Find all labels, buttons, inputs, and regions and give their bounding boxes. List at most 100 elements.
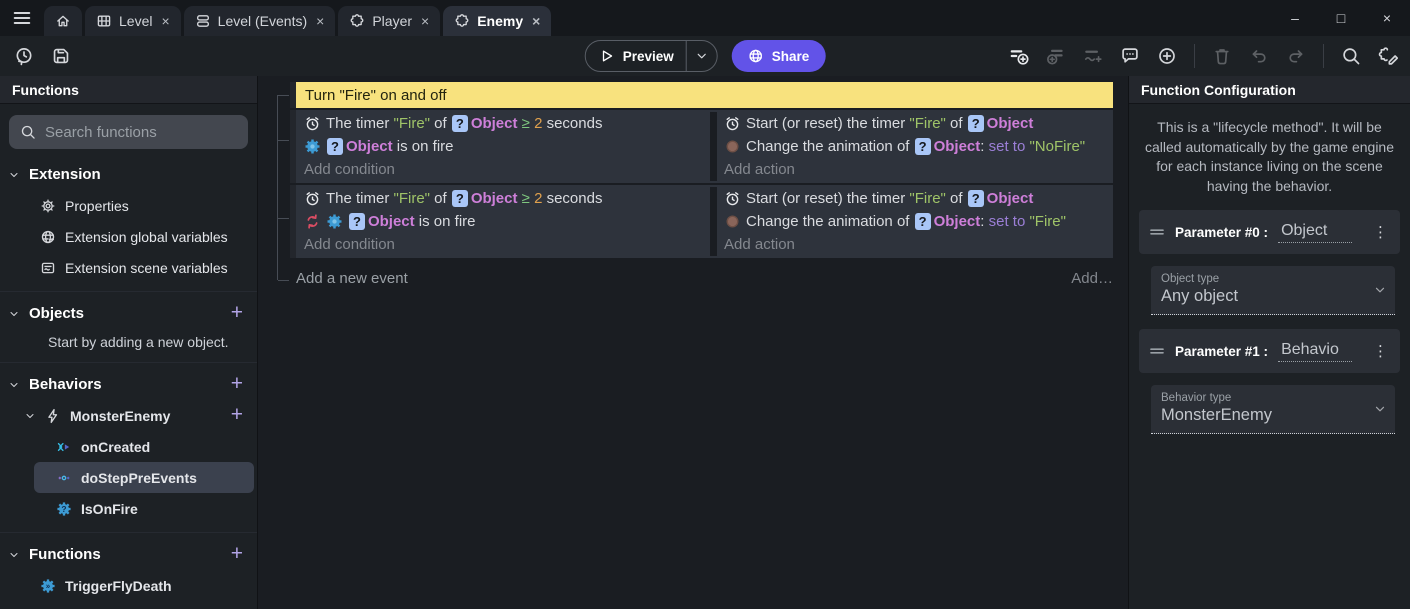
tab-level-events[interactable]: Level (Events)× xyxy=(184,6,336,36)
invert-icon xyxy=(304,213,321,230)
section-header-extension[interactable]: Extension xyxy=(0,159,257,190)
tab-level[interactable]: Level× xyxy=(85,6,181,36)
sidebar-item-properties[interactable]: Properties xyxy=(0,190,257,221)
tab-enemy[interactable]: Enemy× xyxy=(443,6,551,36)
tab-close-icon[interactable]: × xyxy=(530,13,540,29)
animation-icon xyxy=(724,138,741,155)
text-segment: seconds xyxy=(542,187,602,210)
scene-icon xyxy=(96,13,112,29)
parameter-type-select-0[interactable]: Object typeAny object xyxy=(1151,266,1395,315)
trash-button[interactable] xyxy=(1212,46,1232,66)
condition[interactable]: The timer "Fire" of ?Object ≥ 2 seconds xyxy=(304,112,710,135)
tab-player[interactable]: Player× xyxy=(338,6,440,36)
object-param-chip: ? xyxy=(452,190,468,207)
tab-close-icon[interactable]: × xyxy=(419,13,429,29)
search-box xyxy=(9,115,248,149)
parameter-menu-button[interactable]: ⋮ xyxy=(1371,223,1390,241)
text-segment: is on fire xyxy=(393,135,454,158)
add-more-button[interactable]: Add… xyxy=(1071,270,1113,287)
sidebar-item-extension-global-variables[interactable]: Extension global variables xyxy=(0,221,257,252)
add-functions-button[interactable]: + xyxy=(227,543,249,566)
add-event-button[interactable] xyxy=(1009,46,1029,66)
events-tree-guides xyxy=(277,95,278,280)
minimize-button[interactable]: – xyxy=(1272,0,1318,36)
tab-close-icon[interactable]: × xyxy=(314,13,324,29)
search-button[interactable] xyxy=(1341,46,1361,66)
text-segment: set to xyxy=(989,210,1026,233)
add-objects-button[interactable]: + xyxy=(227,302,249,325)
sidebar-section-functions: Functions+»TriggerFlyDeath?IsFlyDead xyxy=(0,533,257,609)
sidebar-item-oncreated[interactable]: onCreated xyxy=(0,431,257,462)
history-button[interactable] xyxy=(14,46,34,66)
add-new-event-button[interactable]: Add a new event xyxy=(296,270,408,287)
redo-button[interactable] xyxy=(1286,46,1306,66)
object-param-chip: ? xyxy=(349,213,365,230)
main-menu-button[interactable] xyxy=(0,0,44,36)
lifecycle-dostep-icon xyxy=(56,470,72,486)
action[interactable]: Change the animation of ?Object: set to … xyxy=(724,210,1113,233)
action[interactable]: Start (or reset) the timer "Fire" of ?Ob… xyxy=(724,187,1113,210)
add-behaviors-button[interactable]: + xyxy=(227,373,249,396)
object-param-chip: ? xyxy=(915,138,931,155)
undo-button[interactable] xyxy=(1249,46,1269,66)
parameter-header-0[interactable]: Parameter #0 :Object⋮ xyxy=(1139,210,1400,254)
save-button[interactable] xyxy=(51,46,71,66)
add-other-event-button[interactable] xyxy=(1083,46,1103,66)
search-input[interactable] xyxy=(45,124,244,141)
section-header-objects[interactable]: Objects+ xyxy=(0,298,257,329)
preview-options-button[interactable] xyxy=(687,41,717,71)
hamburger-icon xyxy=(12,8,32,28)
action[interactable]: Change the animation of ?Object: set to … xyxy=(724,135,1113,158)
section-header-behaviors[interactable]: Behaviors+ xyxy=(0,369,257,400)
condition[interactable]: ?Object is on fire xyxy=(304,135,710,158)
add-subevent-button[interactable] xyxy=(1046,46,1066,66)
event-0[interactable]: The timer "Fire" of ?Object ≥ 2 seconds?… xyxy=(296,110,1113,183)
parameter-type-select-1[interactable]: Behavior typeMonsterEnemy xyxy=(1151,385,1395,434)
sidebar-item-isonfire[interactable]: ?IsOnFire xyxy=(0,493,257,524)
text-segment: The timer xyxy=(326,112,394,135)
text-segment: of xyxy=(430,187,451,210)
condition[interactable]: ?Object is on fire xyxy=(304,210,710,233)
tab-close-icon[interactable]: × xyxy=(159,13,169,29)
action[interactable]: Start (or reset) the timer "Fire" of ?Ob… xyxy=(724,112,1113,135)
play-icon xyxy=(599,48,615,64)
add-comment-button[interactable] xyxy=(1120,46,1140,66)
comment-event[interactable]: Turn "Fire" on and off xyxy=(296,82,1113,108)
parameter-menu-button[interactable]: ⋮ xyxy=(1371,342,1390,360)
sidebar-item-dosteppreevents[interactable]: doStepPreEvents xyxy=(34,462,254,493)
share-button[interactable]: Share xyxy=(732,40,826,72)
sidebar-item-extension-scene-variables[interactable]: Extension scene variables xyxy=(0,252,257,283)
text-segment: : xyxy=(980,135,988,158)
actions-column: Start (or reset) the timer "Fire" of ?Ob… xyxy=(710,112,1113,181)
close-window-button[interactable]: × xyxy=(1364,0,1410,36)
timer-icon xyxy=(724,115,741,132)
add-function-to-behavior-button[interactable]: + xyxy=(227,404,249,427)
behavior-MonsterEnemy[interactable]: MonsterEnemy+ xyxy=(0,400,257,431)
sidebar-item-triggerflydeath[interactable]: »TriggerFlyDeath xyxy=(0,570,257,601)
tab-home[interactable] xyxy=(44,6,82,36)
text-segment: of xyxy=(946,187,967,210)
add-circle-button[interactable] xyxy=(1157,46,1177,66)
parameter-name-field[interactable]: Object xyxy=(1278,222,1352,243)
add-action-button[interactable]: Add action xyxy=(724,233,1113,256)
section-header-functions[interactable]: Functions+ xyxy=(0,539,257,570)
parameter-name-field[interactable]: Behavio xyxy=(1278,341,1352,362)
chevron-down-icon xyxy=(695,49,709,63)
sidebar-sections: ExtensionPropertiesExtension global vari… xyxy=(0,153,257,609)
conditions-column: The timer "Fire" of ?Object ≥ 2 seconds?… xyxy=(296,112,710,181)
empty-placeholder: Start by adding a new object. xyxy=(0,329,257,354)
sidebar-section-objects: Objects+Start by adding a new object. xyxy=(0,292,257,363)
parameter-header-1[interactable]: Parameter #1 :Behavio⋮ xyxy=(1139,329,1400,373)
extension-icon xyxy=(454,13,470,29)
add-subevent-icon xyxy=(1046,46,1066,66)
add-condition-button[interactable]: Add condition xyxy=(304,233,710,256)
edit-extension-button[interactable] xyxy=(1378,46,1398,66)
add-action-button[interactable]: Add action xyxy=(724,158,1113,181)
event-1[interactable]: The timer "Fire" of ?Object ≥ 2 seconds?… xyxy=(296,185,1113,258)
maximize-button[interactable]: □ xyxy=(1318,0,1364,36)
sidebar-item-isflydead[interactable]: ?IsFlyDead xyxy=(0,601,257,609)
add-condition-button[interactable]: Add condition xyxy=(304,158,710,181)
preview-button[interactable]: Preview xyxy=(586,41,686,71)
condition[interactable]: The timer "Fire" of ?Object ≥ 2 seconds xyxy=(304,187,710,210)
object-param-name: Object xyxy=(471,187,518,210)
